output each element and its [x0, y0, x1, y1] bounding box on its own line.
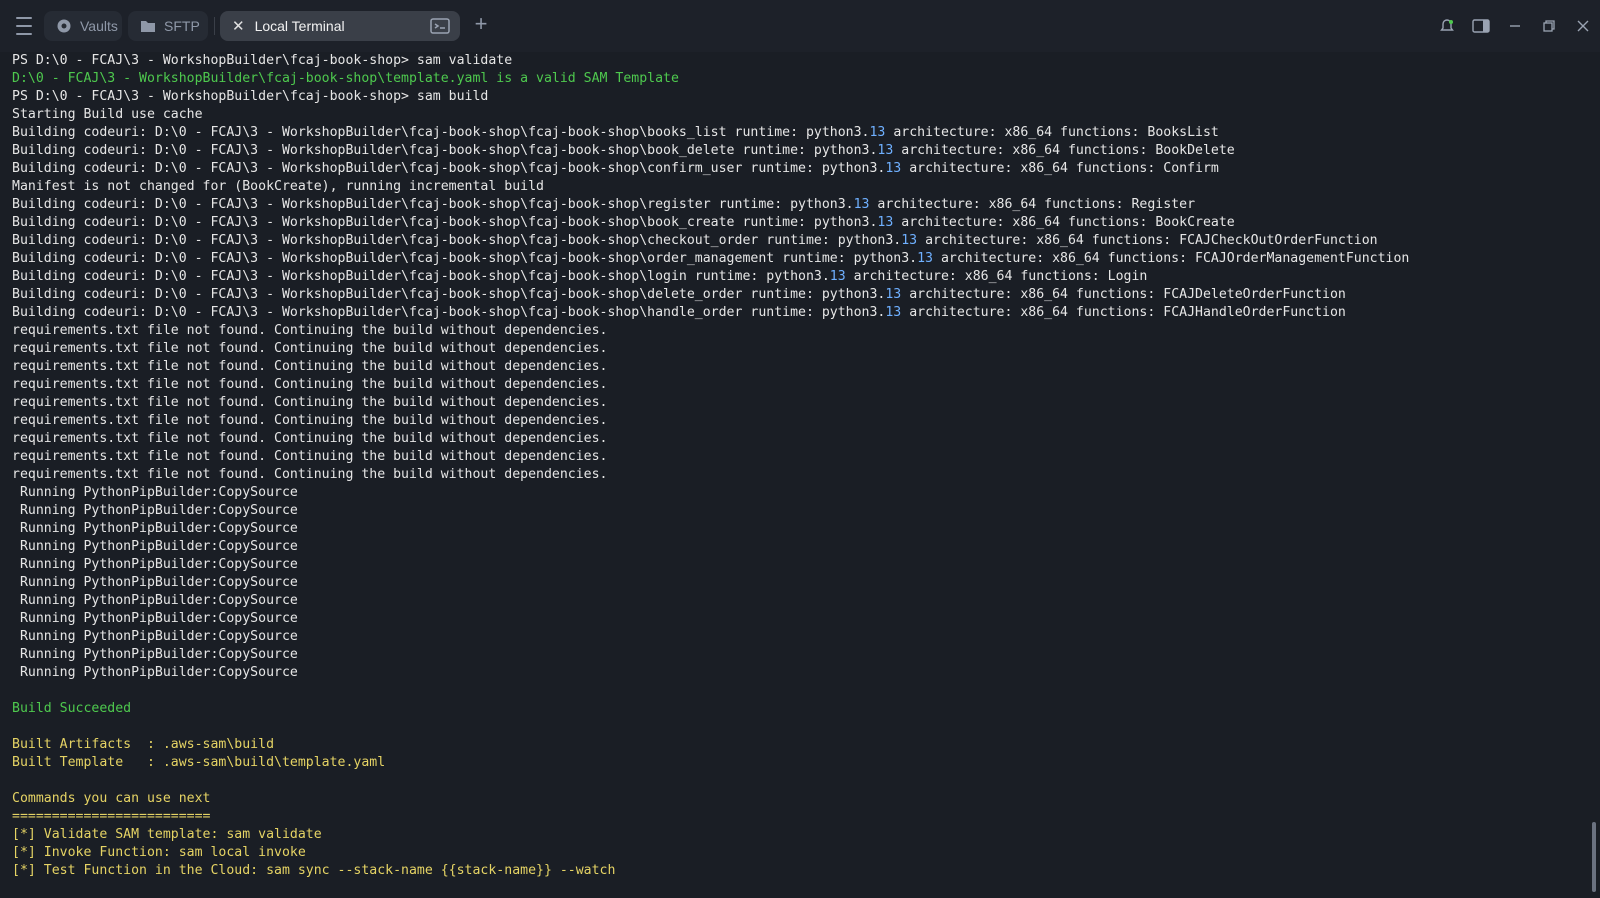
- terminal-line: Manifest is not changed for (BookCreate)…: [12, 179, 544, 194]
- terminal-line: Building codeuri: D:\0 - FCAJ\3 - Worksh…: [12, 125, 1219, 140]
- terminal-line: Build Succeeded: [12, 701, 132, 716]
- terminal-line: requirements.txt file not found. Continu…: [12, 341, 608, 356]
- terminal-output[interactable]: PS D:\0 - FCAJ\3 - WorkshopBuilder\fcaj-…: [0, 52, 1588, 898]
- terminal-line: [*] Validate SAM template: sam validate: [12, 827, 322, 842]
- close-window-icon[interactable]: [1566, 12, 1600, 40]
- tab-local-terminal[interactable]: ✕ Local Terminal: [220, 11, 460, 41]
- terminal-line: [*] Test Function in the Cloud: sam sync…: [12, 863, 616, 878]
- terminal-line: PS D:\0 - FCAJ\3 - WorkshopBuilder\fcaj-…: [12, 89, 489, 104]
- tab-sftp-label: SFTP: [164, 18, 200, 34]
- terminal-line: Starting Build use cache: [12, 107, 203, 122]
- terminal-line: Building codeuri: D:\0 - FCAJ\3 - Worksh…: [12, 161, 1219, 176]
- terminal-line: requirements.txt file not found. Continu…: [12, 467, 608, 482]
- title-bar: Vaults SFTP ✕ Local Terminal +: [0, 0, 1600, 52]
- side-panel-icon[interactable]: [1464, 12, 1498, 40]
- menu-icon[interactable]: [12, 14, 36, 38]
- terminal-line: Running PythonPipBuilder:CopySource: [12, 557, 298, 572]
- terminal-line: Running PythonPipBuilder:CopySource: [12, 575, 298, 590]
- close-tab-icon[interactable]: ✕: [232, 17, 245, 35]
- terminal-line: requirements.txt file not found. Continu…: [12, 359, 608, 374]
- terminal-line: Building codeuri: D:\0 - FCAJ\3 - Worksh…: [12, 197, 1196, 212]
- terminal-line: [*] Invoke Function: sam local invoke: [12, 845, 306, 860]
- terminal-line: Running PythonPipBuilder:CopySource: [12, 539, 298, 554]
- terminal-line: Building codeuri: D:\0 - FCAJ\3 - Worksh…: [12, 233, 1378, 248]
- terminal-line: requirements.txt file not found. Continu…: [12, 377, 608, 392]
- tab-vaults[interactable]: Vaults: [44, 11, 122, 41]
- terminal-line: Commands you can use next: [12, 791, 211, 806]
- tab-divider: [214, 17, 215, 35]
- terminal-line: requirements.txt file not found. Continu…: [12, 449, 608, 464]
- terminal-line: Running PythonPipBuilder:CopySource: [12, 665, 298, 680]
- terminal-line: Running PythonPipBuilder:CopySource: [12, 629, 298, 644]
- terminal-line: Building codeuri: D:\0 - FCAJ\3 - Worksh…: [12, 269, 1148, 284]
- scrollbar-thumb[interactable]: [1592, 822, 1596, 892]
- terminal-line: Building codeuri: D:\0 - FCAJ\3 - Worksh…: [12, 143, 1235, 158]
- terminal-line: requirements.txt file not found. Continu…: [12, 395, 608, 410]
- minimize-icon[interactable]: [1498, 12, 1532, 40]
- terminal-line: Building codeuri: D:\0 - FCAJ\3 - Worksh…: [12, 305, 1346, 320]
- window-controls: [1430, 12, 1600, 40]
- terminal-line: Running PythonPipBuilder:CopySource: [12, 593, 298, 608]
- terminal-line: =========================: [12, 809, 211, 824]
- terminal-line: Built Artifacts : .aws-sam\build: [12, 737, 275, 752]
- terminal-line: Running PythonPipBuilder:CopySource: [12, 485, 298, 500]
- tab-local-terminal-label: Local Terminal: [254, 18, 345, 34]
- terminal-line: Building codeuri: D:\0 - FCAJ\3 - Worksh…: [12, 251, 1410, 266]
- terminal-line: Running PythonPipBuilder:CopySource: [12, 503, 298, 518]
- folder-icon: [140, 18, 156, 34]
- vault-icon: [56, 18, 72, 34]
- terminal-line: Running PythonPipBuilder:CopySource: [12, 611, 298, 626]
- new-tab-button[interactable]: +: [470, 13, 492, 36]
- scrollbar[interactable]: [1592, 52, 1596, 898]
- notification-bell-icon[interactable]: [1430, 12, 1464, 40]
- terminal-line: requirements.txt file not found. Continu…: [12, 431, 608, 446]
- terminal-line: Building codeuri: D:\0 - FCAJ\3 - Worksh…: [12, 215, 1235, 230]
- terminal-line: Running PythonPipBuilder:CopySource: [12, 521, 298, 536]
- tab-vaults-label: Vaults: [80, 18, 118, 34]
- terminal-line: Built Template : .aws-sam\build\template…: [12, 755, 386, 770]
- terminal-line: PS D:\0 - FCAJ\3 - WorkshopBuilder\fcaj-…: [12, 53, 513, 68]
- tab-sftp[interactable]: SFTP: [128, 11, 208, 41]
- terminal-line: D:\0 - FCAJ\3 - WorkshopBuilder\fcaj-boo…: [12, 71, 679, 86]
- terminal-line: requirements.txt file not found. Continu…: [12, 413, 608, 428]
- terminal-line: requirements.txt file not found. Continu…: [12, 323, 608, 338]
- restore-icon[interactable]: [1532, 12, 1566, 40]
- terminal-line: Building codeuri: D:\0 - FCAJ\3 - Worksh…: [12, 287, 1346, 302]
- terminal-line: Running PythonPipBuilder:CopySource: [12, 647, 298, 662]
- terminal-icon[interactable]: [430, 18, 450, 37]
